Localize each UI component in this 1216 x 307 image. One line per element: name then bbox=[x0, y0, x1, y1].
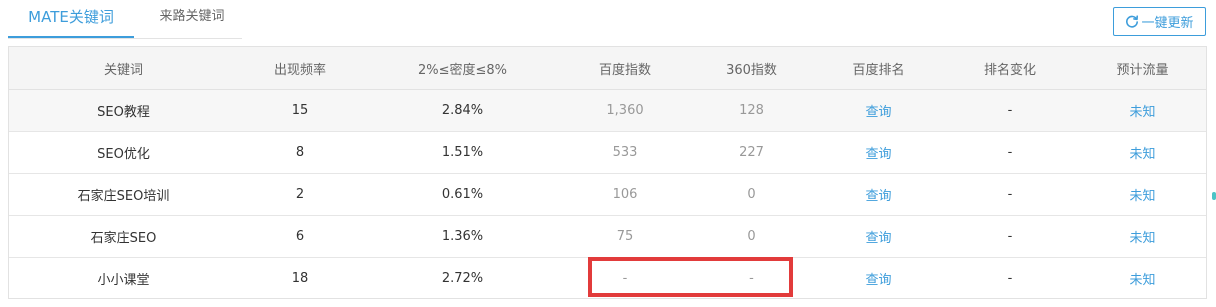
baidu-rank-query-link[interactable]: 查询 bbox=[865, 105, 891, 120]
refresh-all-button[interactable]: 一键更新 bbox=[1113, 7, 1206, 36]
keyword-cell: 石家庄SEO bbox=[9, 215, 238, 258]
baidu-rank-cell: 查询 bbox=[816, 215, 941, 258]
keyword-table: 关键词 出现频率 2%≤密度≤8% 百度指数 360指数 百度排名 排名变化 预… bbox=[9, 47, 1206, 299]
keyword-cell: SEO教程 bbox=[9, 89, 238, 132]
keyword-tabs: MATE关键词 来路关键词 bbox=[8, 0, 242, 39]
traffic-cell: 未知 bbox=[1079, 215, 1206, 258]
baidu-index-cell: 1,360 bbox=[563, 89, 687, 132]
frequency-cell: 6 bbox=[238, 215, 362, 258]
edge-marker bbox=[1212, 192, 1216, 200]
density-cell: 2.72% bbox=[441, 271, 484, 286]
column-header-360-index[interactable]: 360指数 bbox=[687, 47, 816, 90]
baidu-index-cell: - bbox=[622, 271, 628, 286]
index-360-cell: 128 bbox=[687, 89, 816, 132]
frequency-cell: 18 bbox=[291, 271, 309, 286]
density-cell: 0.61% bbox=[362, 173, 563, 216]
baidu-rank-cell: 查询 bbox=[816, 131, 941, 174]
frequency-cell: 2 bbox=[238, 173, 362, 216]
keyword-cell: 石家庄SEO培训 bbox=[9, 173, 238, 216]
table-row: 石家庄SEO 6 1.36% 75 0 查询 - 未知 bbox=[9, 215, 1206, 258]
traffic-link[interactable]: 未知 bbox=[1129, 105, 1155, 120]
table-row: SEO教程 15 2.84% 1,360 128 查询 - 未知 bbox=[9, 89, 1206, 132]
baidu-rank-query-link[interactable]: 查询 bbox=[865, 231, 891, 246]
column-header-frequency[interactable]: 出现频率 bbox=[238, 47, 362, 90]
baidu-index-cell: 75 bbox=[563, 215, 687, 258]
traffic-link[interactable]: 未知 bbox=[1129, 147, 1155, 162]
rank-change-cell: - bbox=[1007, 271, 1013, 286]
index-360-cell: - bbox=[749, 271, 754, 286]
table-header-row: 关键词 出现频率 2%≤密度≤8% 百度指数 360指数 百度排名 排名变化 预… bbox=[9, 47, 1206, 90]
frequency-cell: 8 bbox=[238, 131, 362, 174]
density-cell: 1.36% bbox=[362, 215, 563, 258]
table-row: 小小课堂 18 2.72% - - 查询 - 未知 bbox=[9, 258, 1206, 300]
traffic-link[interactable]: 未知 bbox=[1129, 273, 1155, 288]
keyword-cell: 小小课堂 bbox=[97, 273, 150, 288]
baidu-rank-query-link[interactable]: 查询 bbox=[865, 273, 891, 288]
index-360-cell: 0 bbox=[687, 173, 816, 216]
keyword-table-container: 关键词 出现频率 2%≤密度≤8% 百度指数 360指数 百度排名 排名变化 预… bbox=[8, 46, 1207, 299]
column-header-baidu-index[interactable]: 百度指数 bbox=[563, 47, 687, 90]
frequency-cell: 15 bbox=[238, 89, 362, 132]
column-header-estimated-traffic[interactable]: 预计流量 bbox=[1079, 47, 1206, 90]
tab-mate-keywords[interactable]: MATE关键词 bbox=[8, 0, 134, 38]
traffic-link[interactable]: 未知 bbox=[1129, 189, 1155, 204]
index-360-cell: 0 bbox=[687, 215, 816, 258]
density-cell: 1.51% bbox=[362, 131, 563, 174]
traffic-cell: 未知 bbox=[1079, 173, 1206, 216]
baidu-rank-query-link[interactable]: 查询 bbox=[865, 147, 891, 162]
traffic-cell: 未知 bbox=[1079, 258, 1206, 300]
keyword-cell: SEO优化 bbox=[9, 131, 238, 174]
column-header-baidu-rank[interactable]: 百度排名 bbox=[816, 47, 941, 90]
baidu-rank-cell: 查询 bbox=[816, 173, 941, 216]
rank-change-cell: - bbox=[941, 173, 1079, 216]
baidu-index-cell: 533 bbox=[563, 131, 687, 174]
column-header-density[interactable]: 2%≤密度≤8% bbox=[362, 47, 563, 90]
baidu-index-cell: 106 bbox=[563, 173, 687, 216]
baidu-rank-query-link[interactable]: 查询 bbox=[865, 189, 891, 204]
rank-change-cell: - bbox=[941, 131, 1079, 174]
rank-change-cell: - bbox=[941, 89, 1079, 132]
traffic-cell: 未知 bbox=[1079, 131, 1206, 174]
traffic-link[interactable]: 未知 bbox=[1129, 231, 1155, 246]
refresh-button-label: 一键更新 bbox=[1141, 16, 1194, 31]
table-row: 石家庄SEO培训 2 0.61% 106 0 查询 - 未知 bbox=[9, 173, 1206, 216]
traffic-cell: 未知 bbox=[1079, 89, 1206, 132]
density-cell: 2.84% bbox=[362, 89, 563, 132]
tab-referral-keywords[interactable]: 来路关键词 bbox=[142, 0, 242, 36]
column-header-keyword[interactable]: 关键词 bbox=[9, 47, 238, 90]
index-360-cell: 227 bbox=[687, 131, 816, 174]
table-row: SEO优化 8 1.51% 533 227 查询 - 未知 bbox=[9, 131, 1206, 174]
rank-change-cell: - bbox=[941, 215, 1079, 258]
column-header-rank-change[interactable]: 排名变化 bbox=[941, 47, 1079, 90]
baidu-rank-cell: 查询 bbox=[816, 89, 941, 132]
baidu-rank-cell: 查询 bbox=[816, 258, 941, 300]
refresh-icon bbox=[1125, 14, 1139, 29]
